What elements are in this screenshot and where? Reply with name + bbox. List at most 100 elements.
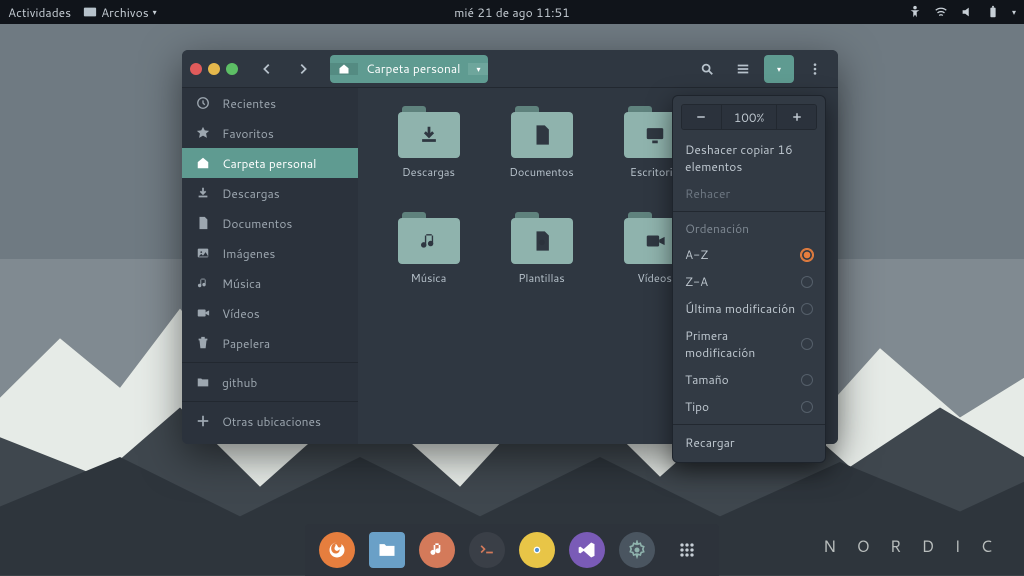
- sidebar-item-label: Carpeta personal: [222, 155, 316, 172]
- undo-item[interactable]: Deshacer copiar 16 elementos: [673, 136, 825, 180]
- sort-option[interactable]: Z-A: [673, 268, 825, 295]
- dock-firefox[interactable]: [319, 532, 355, 568]
- sidebar-item-video[interactable]: Vídeos: [182, 298, 358, 328]
- folder-label: Música: [411, 270, 447, 286]
- separator: [673, 211, 825, 212]
- radio-indicator: [801, 276, 813, 288]
- folder-label: Documentos: [509, 164, 574, 180]
- music-icon: [196, 276, 210, 290]
- sort-option[interactable]: Primera modificación: [673, 322, 825, 366]
- reload-label: Recargar: [685, 434, 735, 451]
- view-options-button[interactable]: ▾: [764, 55, 794, 83]
- sidebar-item-trash[interactable]: Papelera: [182, 328, 358, 358]
- folder-descargas[interactable]: Descargas: [372, 106, 485, 204]
- sort-header: Ordenación: [673, 216, 825, 241]
- sidebar-item-folder[interactable]: github: [182, 367, 358, 397]
- dock-files[interactable]: [369, 532, 405, 568]
- path-home-icon[interactable]: [330, 63, 358, 75]
- folder-label: Vídeos: [637, 270, 672, 286]
- sidebar-item-music[interactable]: Música: [182, 268, 358, 298]
- sidebar-item-label: Vídeos: [222, 305, 260, 322]
- reload-item[interactable]: Recargar: [673, 429, 825, 456]
- forward-button[interactable]: [288, 55, 318, 83]
- activities-button[interactable]: Actividades: [8, 4, 71, 21]
- path-dropdown[interactable]: ▾: [468, 63, 488, 75]
- sidebar-item-label: Recientes: [222, 95, 276, 112]
- radio-indicator: [801, 249, 813, 261]
- dock-terminal[interactable]: [469, 532, 505, 568]
- wifi-icon[interactable]: [934, 5, 948, 19]
- document-icon: [196, 216, 210, 230]
- folder-icon: [196, 375, 210, 389]
- clock-icon: [196, 96, 210, 110]
- sort-option[interactable]: Tipo: [673, 393, 825, 420]
- sidebar-item-label: Documentos: [222, 215, 292, 232]
- sidebar-item-label: Imágenes: [222, 245, 275, 262]
- maximize-button[interactable]: [226, 63, 238, 75]
- sidebar-item-download[interactable]: Descargas: [182, 178, 358, 208]
- sidebar-item-document[interactable]: Documentos: [182, 208, 358, 238]
- accessibility-icon[interactable]: [908, 5, 922, 19]
- sidebar-item-label: Música: [222, 275, 261, 292]
- image-icon: [196, 246, 210, 260]
- sidebar-item-label: Otras ubicaciones: [222, 413, 321, 430]
- dock-music[interactable]: [419, 532, 455, 568]
- sort-option[interactable]: Tamaño: [673, 366, 825, 393]
- dock-settings[interactable]: [619, 532, 655, 568]
- folder-icon: [398, 212, 460, 264]
- separator: [182, 401, 358, 402]
- sidebar-item-home[interactable]: Carpeta personal: [182, 148, 358, 178]
- sort-option[interactable]: A-Z: [673, 241, 825, 268]
- redo-label: Rehacer: [685, 185, 730, 202]
- path-segment[interactable]: Carpeta personal: [358, 60, 468, 77]
- battery-icon[interactable]: [986, 5, 1000, 19]
- zoom-out-button[interactable]: [682, 105, 721, 129]
- separator: [673, 424, 825, 425]
- search-button[interactable]: [692, 55, 722, 83]
- sort-option[interactable]: Última modificación: [673, 295, 825, 322]
- folder-plantillas[interactable]: Plantillas: [485, 212, 598, 310]
- back-button[interactable]: [252, 55, 282, 83]
- sort-label: Z-A: [685, 273, 708, 290]
- sidebar-item-image[interactable]: Imágenes: [182, 238, 358, 268]
- minimize-button[interactable]: [208, 63, 220, 75]
- radio-indicator: [801, 374, 813, 386]
- view-list-button[interactable]: [728, 55, 758, 83]
- dock-vscode[interactable]: [569, 532, 605, 568]
- close-button[interactable]: [190, 63, 202, 75]
- pathbar[interactable]: Carpeta personal ▾: [330, 55, 488, 83]
- clock[interactable]: mié 21 de ago 11:51: [454, 4, 570, 21]
- hamburger-menu-button[interactable]: [800, 55, 830, 83]
- folder-label: Plantillas: [518, 270, 565, 286]
- home-icon: [196, 156, 210, 170]
- folder-música[interactable]: Música: [372, 212, 485, 310]
- folder-documentos[interactable]: Documentos: [485, 106, 598, 204]
- radio-indicator: [801, 338, 813, 350]
- redo-item: Rehacer: [673, 180, 825, 207]
- sidebar-item-label: Papelera: [222, 335, 270, 352]
- dock: [305, 524, 719, 576]
- zoom-level: 100%: [721, 105, 776, 129]
- dock-show-apps[interactable]: [669, 532, 705, 568]
- radio-indicator: [801, 303, 813, 315]
- zoom-in-button[interactable]: [776, 105, 816, 129]
- sidebar-item-clock[interactable]: Recientes: [182, 88, 358, 118]
- app-menu[interactable]: Archivos ▾: [83, 4, 157, 21]
- zoom-controls: 100%: [681, 104, 817, 130]
- sort-label: Tipo: [685, 398, 709, 415]
- nordic-watermark: N O R D I C: [823, 535, 1000, 558]
- sidebar: Recientes Favoritos Carpeta personal Descar…: [182, 88, 358, 444]
- files-appmenu-icon: [83, 5, 97, 19]
- folder-icon: [398, 106, 460, 158]
- volume-icon[interactable]: [960, 5, 974, 19]
- plus-icon: [196, 414, 210, 428]
- sidebar-item-plus[interactable]: Otras ubicaciones: [182, 406, 358, 436]
- sidebar-item-label: Favoritos: [222, 125, 274, 142]
- window-titlebar: Carpeta personal ▾ ▾: [182, 50, 838, 88]
- radio-indicator: [801, 401, 813, 413]
- sidebar-item-star[interactable]: Favoritos: [182, 118, 358, 148]
- folder-icon: [511, 106, 573, 158]
- sidebar-item-label: github: [222, 374, 257, 391]
- dock-chrome[interactable]: [519, 532, 555, 568]
- app-menu-label: Archivos: [101, 4, 149, 21]
